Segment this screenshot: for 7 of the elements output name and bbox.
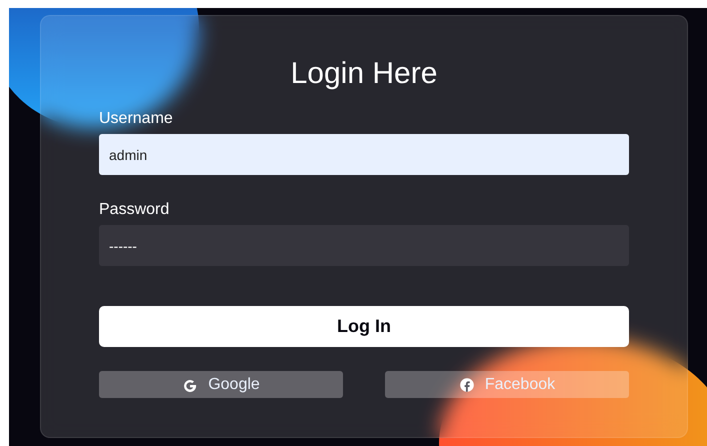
username-field[interactable]: admin — [99, 134, 629, 175]
login-button[interactable]: Log In — [99, 306, 629, 347]
facebook-icon — [458, 376, 475, 392]
form-title: Login Here — [290, 56, 438, 92]
field-label: Username — [99, 109, 174, 129]
field-label: Password — [99, 200, 170, 220]
social-login-button[interactable]: Google — [99, 371, 343, 398]
